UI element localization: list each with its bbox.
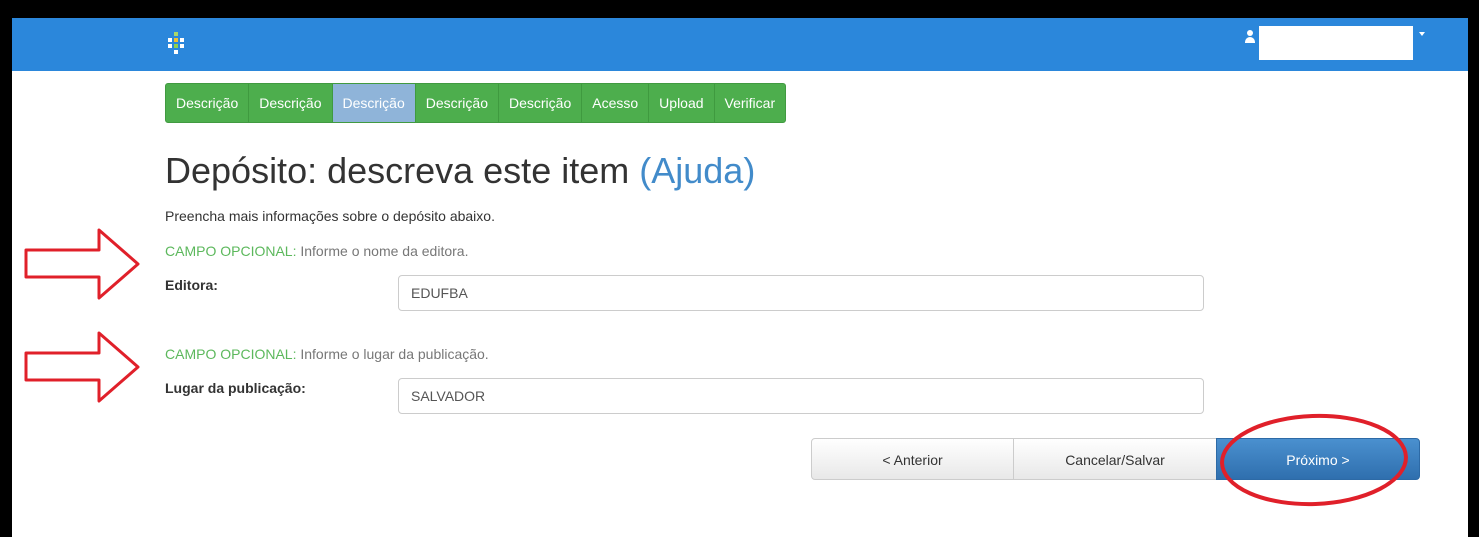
annotation-arrow-1: [24, 228, 140, 300]
next-button[interactable]: Próximo >: [1216, 438, 1420, 480]
intro-text: Preencha mais informações sobre o depósi…: [165, 208, 495, 224]
tab-descricao-3[interactable]: Descrição: [332, 84, 416, 122]
optional-tag: CAMPO OPCIONAL:: [165, 346, 297, 362]
field-hint-publisher: CAMPO OPCIONAL: Informe o nome da editor…: [165, 243, 468, 259]
page-title: Depósito: descreva este item (Ajuda): [165, 150, 755, 192]
user-name-redacted: [1259, 26, 1413, 60]
tab-upload[interactable]: Upload: [649, 84, 715, 122]
tab-descricao-1[interactable]: Descrição: [166, 84, 250, 122]
cancel-save-button[interactable]: Cancelar/Salvar: [1013, 438, 1217, 480]
hint-text: Informe o nome da editora.: [296, 243, 469, 259]
dspace-logo-icon[interactable]: [165, 32, 187, 54]
previous-button[interactable]: < Anterior: [811, 438, 1014, 480]
hint-text: Informe o lugar da publicação.: [296, 346, 489, 362]
page-title-text: Depósito: descreva este item: [165, 150, 630, 191]
publication-place-input[interactable]: [398, 378, 1204, 414]
publication-place-label: Lugar da publicação:: [165, 380, 306, 396]
submission-steps: Descrição Descrição Descrição Descrição …: [165, 83, 787, 123]
app-window: Descrição Descrição Descrição Descrição …: [12, 18, 1468, 537]
tab-verificar[interactable]: Verificar: [715, 84, 786, 122]
annotation-arrow-2: [24, 331, 140, 403]
tab-acesso[interactable]: Acesso: [582, 84, 650, 122]
top-navbar: [12, 18, 1468, 71]
help-link[interactable]: (Ajuda): [639, 150, 755, 191]
publisher-label: Editora:: [165, 277, 218, 293]
field-hint-place: CAMPO OPCIONAL: Informe o lugar da publi…: [165, 346, 489, 362]
user-icon: [1244, 30, 1256, 44]
tab-descricao-5[interactable]: Descrição: [499, 84, 583, 122]
caret-down-icon[interactable]: [1419, 32, 1425, 36]
tab-descricao-2[interactable]: Descrição: [249, 84, 333, 122]
optional-tag: CAMPO OPCIONAL:: [165, 243, 297, 259]
publisher-input[interactable]: [398, 275, 1204, 311]
tab-descricao-4[interactable]: Descrição: [416, 84, 499, 122]
